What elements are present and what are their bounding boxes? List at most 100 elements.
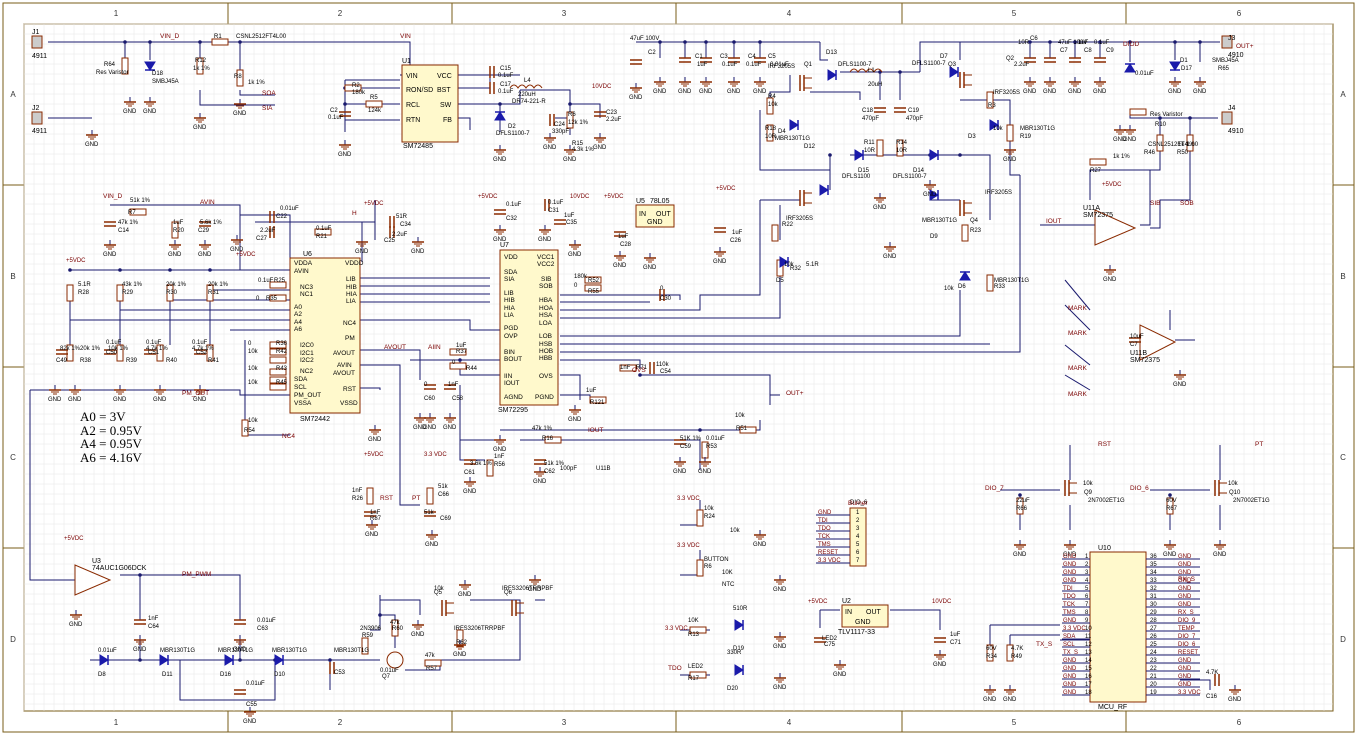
part-label: 47k 1% xyxy=(532,426,553,432)
u1-pin: RTN xyxy=(406,117,420,124)
part-label: C49 xyxy=(56,358,68,364)
part-label: 1uF xyxy=(618,234,629,240)
part-label: C3 xyxy=(720,54,728,60)
part-label: R23 xyxy=(970,228,982,234)
part-label: 47uF 100V xyxy=(630,36,659,42)
net-label: OUT+ xyxy=(1236,43,1254,50)
supply-label: 3.3 VDC xyxy=(677,543,700,549)
part-label: R36 xyxy=(276,341,288,347)
row-label: A xyxy=(10,90,16,99)
u6-pin-label: SDA xyxy=(294,376,308,383)
diode xyxy=(274,654,284,666)
part-label: 10k xyxy=(768,102,779,108)
u6-pin-label: NC1 xyxy=(300,291,313,298)
resistor xyxy=(696,559,704,577)
supply-label: 3.3 VDC xyxy=(665,626,688,632)
u6-pin-label: NC4 xyxy=(343,320,356,327)
part-label: R62 xyxy=(456,640,468,646)
ground-label: GND xyxy=(143,109,157,115)
part-label: Q4 xyxy=(970,218,979,224)
ground-label: GND xyxy=(1163,552,1177,558)
u2-ref: U2 xyxy=(842,598,851,605)
ground-label: GND xyxy=(923,192,937,198)
net-label: AVOUT xyxy=(384,344,406,351)
part-label: 10k xyxy=(248,418,259,424)
ground-label: GND xyxy=(1173,382,1187,388)
u7-part: SM72295 xyxy=(498,407,528,414)
diode xyxy=(144,61,156,71)
part-label: MBR130T1G xyxy=(1020,126,1055,132)
part-label: C53 xyxy=(334,670,346,676)
ground-label: GND xyxy=(563,157,577,163)
resistor xyxy=(366,487,374,505)
ground-label: GND xyxy=(698,469,712,475)
part-label: C4 xyxy=(748,54,756,60)
net-label: MARK xyxy=(1068,391,1087,398)
resistor xyxy=(961,224,969,242)
part-label: Res Varistor xyxy=(96,70,129,76)
part-label: 470pF xyxy=(906,116,923,122)
part-label: C69 xyxy=(440,516,452,522)
part-label: C25 xyxy=(384,238,396,244)
part-label: R22 xyxy=(782,222,794,228)
u7-pin-label: BOUT xyxy=(504,356,522,363)
part-label: D1 xyxy=(1180,58,1188,64)
ground-label: GND xyxy=(411,249,425,255)
diode xyxy=(1124,63,1136,73)
junction-dot xyxy=(958,153,962,157)
u1-part: SM72485 xyxy=(403,143,433,150)
part-label: R3 xyxy=(988,103,996,109)
part-label: R25 xyxy=(274,278,286,284)
net-label: DIO_6 xyxy=(1130,485,1149,492)
ground-label: GND xyxy=(673,469,687,475)
supply-label: +5VDC xyxy=(1102,182,1122,188)
part-label: C16 xyxy=(1206,694,1218,700)
u6-pin-label: VDDA xyxy=(294,260,313,267)
u7-pin-label: SIA xyxy=(504,276,515,283)
part-label: C60 xyxy=(424,396,436,402)
u1-pin: FB xyxy=(443,117,452,124)
part-label: 22uF xyxy=(1016,498,1030,504)
supply-label: 10VDC xyxy=(570,194,590,200)
part-label: SMBJ45A xyxy=(1212,58,1239,64)
part-label: 0.1uF xyxy=(316,226,332,232)
net-label: AVIN xyxy=(200,199,215,206)
diode xyxy=(827,69,837,81)
part-label: 0.01uF xyxy=(98,648,117,654)
u7-pin-label: BIN xyxy=(504,349,515,356)
junction-dot xyxy=(148,40,152,44)
part-label: 0 xyxy=(256,296,260,302)
part-label: 10k xyxy=(248,380,259,386)
u10-part: MCU_RF xyxy=(1098,704,1127,711)
part-label: D8 xyxy=(98,672,106,678)
u6-pin-label: LIB xyxy=(346,276,356,283)
ground-label: GND xyxy=(493,157,507,163)
part-label: C64 xyxy=(148,624,160,630)
junction-dot xyxy=(328,658,332,662)
u6-pin-label: AVIN xyxy=(294,268,309,275)
part-label: D16 xyxy=(220,672,232,678)
part-label: D18 xyxy=(152,71,164,77)
part-label: D4 xyxy=(778,129,786,135)
net-label: SIB xyxy=(1150,200,1160,207)
part-label: R16 xyxy=(542,436,554,442)
part-label: R1 xyxy=(214,34,222,40)
u7-pin-label: HOB xyxy=(539,348,553,355)
part-label: Q2 xyxy=(1006,56,1015,62)
part-label: C2 xyxy=(648,50,656,56)
part-label: 0.01uF xyxy=(280,206,299,212)
part-label: Q10 xyxy=(1229,490,1241,496)
part-label: 20uH xyxy=(868,82,882,88)
part-label: 60V xyxy=(1166,498,1177,504)
part-label: 10R xyxy=(896,148,908,154)
part-label: 10k xyxy=(993,126,1004,132)
net-label: VIN xyxy=(400,33,411,40)
part-label: 10R xyxy=(864,148,876,154)
part-label: Q9 xyxy=(1084,490,1093,496)
part-label: C24 xyxy=(554,122,566,128)
part-label: 10k xyxy=(944,286,955,292)
u6-pin-label: I2C1 xyxy=(300,350,314,357)
part-label: 10k xyxy=(1228,481,1239,487)
junction-dot xyxy=(138,573,142,577)
junction-dot xyxy=(498,102,502,106)
